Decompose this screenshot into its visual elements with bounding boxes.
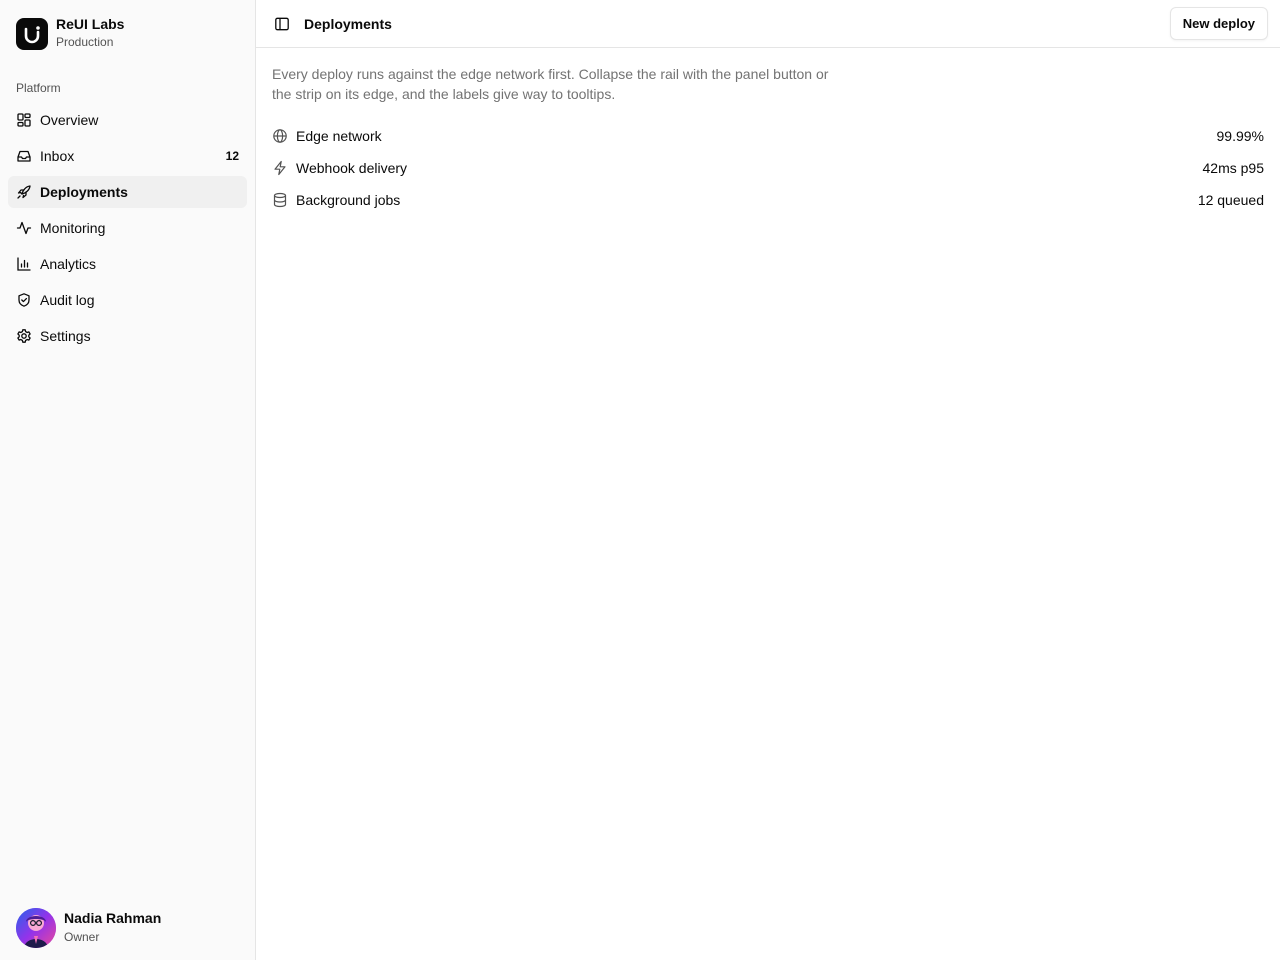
sidebar-toggle-button[interactable] bbox=[272, 14, 292, 34]
globe-icon bbox=[272, 128, 288, 144]
team-environment: Production bbox=[56, 35, 114, 49]
page-header: Deployments New deploy bbox=[256, 0, 1280, 48]
status-row-background-jobs: Background jobs 12 queued bbox=[272, 184, 1264, 216]
page-description: Every deploy runs against the edge netwo… bbox=[272, 66, 829, 102]
bar-chart-icon bbox=[16, 256, 32, 272]
sidebar-item-label: Audit log bbox=[40, 292, 95, 308]
sidebar-item-settings[interactable]: Settings bbox=[8, 320, 247, 352]
reui-logo-icon bbox=[16, 17, 48, 50]
shield-check-icon bbox=[16, 292, 32, 308]
panel-left-icon bbox=[274, 16, 290, 32]
sidebar-item-label: Inbox bbox=[40, 148, 75, 164]
sidebar-item-label: Monitoring bbox=[40, 220, 106, 236]
page-title: Deployments bbox=[304, 16, 392, 32]
sidebar-item-label: Settings bbox=[40, 328, 91, 344]
sidebar-item-overview[interactable]: Overview bbox=[8, 104, 247, 136]
inbox-icon bbox=[16, 148, 32, 164]
new-deploy-button[interactable]: New deploy bbox=[1169, 7, 1268, 40]
avatar bbox=[16, 908, 56, 948]
team-name: ReUI Labs bbox=[56, 16, 125, 32]
status-row-edge-network: Edge network 99.99% bbox=[272, 120, 1264, 152]
sidebar-item-audit-log[interactable]: Audit log bbox=[8, 284, 247, 316]
status-label: Edge network bbox=[296, 128, 382, 144]
status-value: 42ms p95 bbox=[1202, 160, 1264, 176]
status-row-webhook-delivery: Webhook delivery 42ms p95 bbox=[272, 152, 1264, 184]
team-switcher[interactable]: ReUI Labs Production bbox=[16, 16, 124, 51]
sidebar-item-label: Overview bbox=[40, 112, 99, 128]
sidebar-item-deployments[interactable]: Deployments bbox=[8, 176, 247, 208]
status-value: 99.99% bbox=[1216, 128, 1264, 144]
nav-group-label: Platform bbox=[16, 81, 61, 95]
inbox-count-badge: 12 bbox=[225, 149, 239, 163]
user-role: Owner bbox=[64, 930, 100, 944]
activity-icon bbox=[16, 220, 32, 236]
zap-icon bbox=[272, 160, 288, 176]
user-name: Nadia Rahman bbox=[64, 910, 162, 926]
sidebar-nav: Overview Inbox 12 Deployments Monitoring… bbox=[8, 104, 247, 356]
sidebar: ReUI Labs Production Platform Overview I… bbox=[0, 0, 256, 960]
sidebar-item-label: Analytics bbox=[40, 256, 97, 272]
status-label: Background jobs bbox=[296, 192, 401, 208]
rocket-icon bbox=[16, 184, 32, 200]
sidebar-item-label: Deployments bbox=[40, 184, 128, 200]
user-menu[interactable]: Nadia Rahman Owner bbox=[16, 908, 161, 948]
main-content: Every deploy runs against the edge netwo… bbox=[272, 64, 1264, 216]
database-icon bbox=[272, 192, 288, 208]
status-list: Edge network 99.99% Webhook delivery 42m… bbox=[272, 120, 1264, 216]
gear-icon bbox=[16, 328, 32, 344]
status-label: Webhook delivery bbox=[296, 160, 408, 176]
sidebar-item-monitoring[interactable]: Monitoring bbox=[8, 212, 247, 244]
status-value: 12 queued bbox=[1197, 192, 1264, 208]
sidebar-item-analytics[interactable]: Analytics bbox=[8, 248, 247, 280]
sidebar-item-inbox[interactable]: Inbox 12 bbox=[8, 140, 247, 172]
layout-grid-icon bbox=[16, 112, 32, 128]
